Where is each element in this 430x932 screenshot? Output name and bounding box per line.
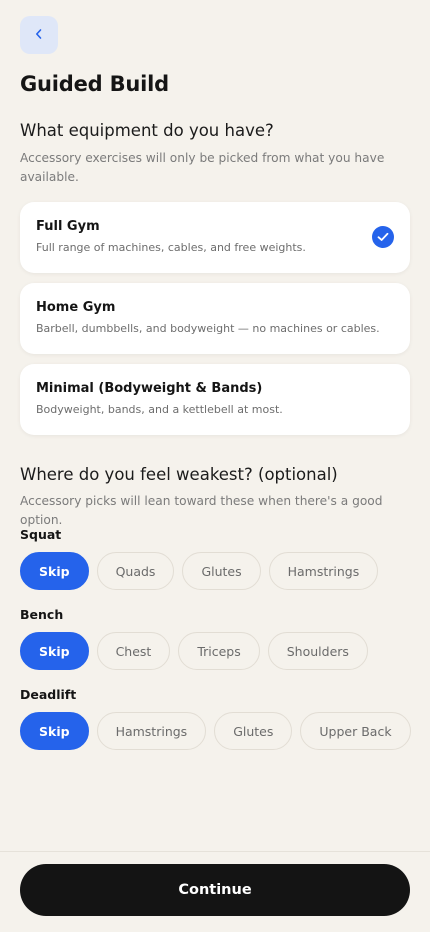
weakness-section-subtitle: Accessory picks will lean toward these w… (20, 494, 383, 527)
equipment-option-full-gym[interactable]: Full Gym Full range of machines, cables,… (20, 202, 410, 273)
squat-chip-skip[interactable]: Skip (20, 552, 89, 590)
continue-button[interactable]: Continue (20, 864, 410, 916)
weakness-section-title: Where do you feel weakest? (optional) (20, 465, 338, 484)
squat-chip-hamstrings[interactable]: Hamstrings (268, 552, 379, 590)
deadlift-chip-glutes[interactable]: Glutes (214, 712, 293, 750)
option-title: Minimal (Bodyweight & Bands) (36, 381, 263, 396)
back-button[interactable] (20, 16, 58, 54)
squat-chip-row: Skip Quads Glutes Hamstrings (20, 552, 379, 590)
equipment-option-minimal[interactable]: Minimal (Bodyweight & Bands) Bodyweight,… (20, 364, 410, 435)
chevron-left-icon (34, 28, 44, 43)
deadlift-chip-skip[interactable]: Skip (20, 712, 89, 750)
bench-chip-chest[interactable]: Chest (96, 632, 171, 670)
squat-label: Squat (20, 527, 62, 542)
option-title: Full Gym (36, 219, 100, 234)
check-icon (372, 226, 394, 248)
deadlift-chip-hamstrings[interactable]: Hamstrings (96, 712, 207, 750)
deadlift-chip-upper-back[interactable]: Upper Back (300, 712, 411, 750)
deadlift-label: Deadlift (20, 687, 77, 702)
bench-chip-skip[interactable]: Skip (20, 632, 89, 670)
option-description: Full range of machines, cables, and free… (36, 241, 306, 254)
page-title: Guided Build (20, 72, 169, 96)
squat-chip-glutes[interactable]: Glutes (182, 552, 261, 590)
option-description: Barbell, dumbbells, and bodyweight — no … (36, 322, 380, 335)
bench-chip-row: Skip Chest Triceps Shoulders (20, 632, 368, 670)
option-description: Bodyweight, bands, and a kettlebell at m… (36, 403, 283, 416)
equipment-section-subtitle: Accessory exercises will only be picked … (20, 151, 385, 184)
equipment-option-home-gym[interactable]: Home Gym Barbell, dumbbells, and bodywei… (20, 283, 410, 354)
squat-chip-quads[interactable]: Quads (96, 552, 175, 590)
bench-label: Bench (20, 607, 64, 622)
option-title: Home Gym (36, 300, 116, 315)
bench-chip-shoulders[interactable]: Shoulders (267, 632, 368, 670)
footer-divider (0, 851, 430, 852)
equipment-section-title: What equipment do you have? (20, 121, 274, 140)
bench-chip-triceps[interactable]: Triceps (178, 632, 260, 670)
deadlift-chip-row: Skip Hamstrings Glutes Upper Back (20, 712, 411, 750)
